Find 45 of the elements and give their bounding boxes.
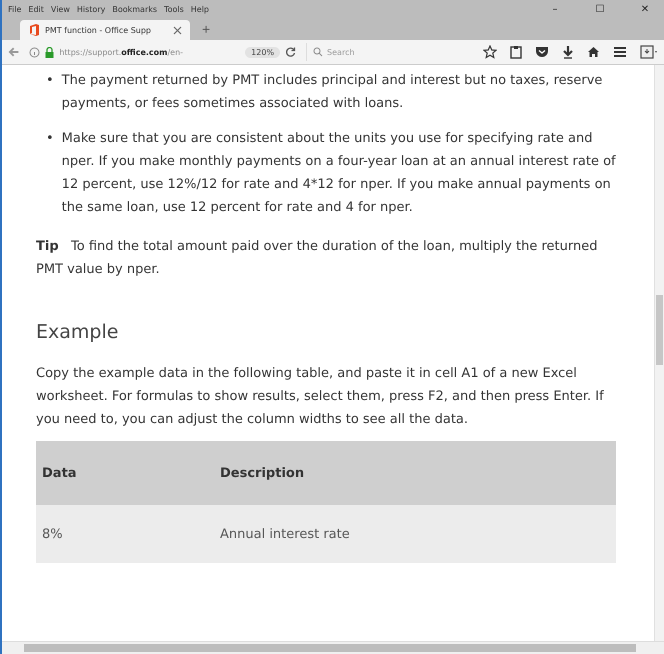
office-logo-icon (28, 24, 40, 36)
star-icon[interactable] (483, 45, 497, 59)
menu-icon[interactable] (613, 46, 627, 58)
vertical-scrollbar[interactable] (654, 65, 664, 641)
address-bar[interactable]: https://support.office.com/en- 120% (25, 43, 300, 61)
tip-paragraph: Tip To find the total amount paid over the duration of the loan, multiply the returned PMT value by nper. (36, 238, 598, 279)
window-control[interactable]: – (536, 4, 574, 14)
menu-item[interactable]: File (8, 4, 22, 14)
table-cell-text: Annual interest rate (220, 526, 350, 544)
column-header: Data (41, 464, 78, 482)
sidebar-icon[interactable] (640, 45, 658, 59)
tab-title: PMT function - Office Supp (45, 26, 152, 34)
url-text: https://support.office.com/en- (59, 48, 184, 56)
menu-item[interactable]: Edit (28, 4, 44, 14)
section-heading: Example (36, 321, 120, 344)
horizontal-scrollbar[interactable] (2, 641, 664, 654)
reload-icon[interactable] (285, 46, 296, 58)
scrollbar-thumb[interactable] (656, 295, 663, 365)
browser-tab[interactable]: PMT function - Office Supp (20, 20, 190, 40)
new-tab-button[interactable]: + (198, 21, 214, 37)
window-control[interactable]: ✕ (626, 4, 664, 14)
close-icon[interactable] (173, 26, 182, 34)
menu-item[interactable]: View (50, 4, 70, 14)
intro-paragraph: Copy the example data in the following table, and paste it in cell A1 of a new Excel worksheet. For formulas to show results, select them, press F2, and then press Enter. If you need to, you can adjust the column widths to see all the data. (36, 365, 605, 429)
back-arrow-icon[interactable] (8, 46, 20, 58)
download-icon[interactable] (562, 45, 574, 59)
bullet-marker: • (46, 130, 54, 148)
scrollbar-thumb[interactable] (24, 644, 636, 652)
bullet-marker: • (46, 72, 54, 90)
info-icon (29, 46, 40, 58)
bullet-paragraph: The payment returned by PMT includes principal and interest but no taxes, reserve payments, or fees sometimes associated with loans. (62, 72, 604, 113)
menu-item[interactable]: Tools (164, 4, 184, 14)
table-cell-text: 8% (41, 526, 64, 544)
window-control[interactable]: ☐ (581, 4, 619, 14)
bullet-paragraph: Make sure that you are consistent about the units you use for specifying rate and nper. If you make monthly payments on a four-year loan at an annual interest rate of 12 percent, use 12%/12 for rate and 4*12 for nper. If you make annual payments on the same loan, use 12 percent for rate and 4 for nper. (62, 130, 617, 217)
clipboard-icon[interactable] (510, 45, 522, 59)
menu-item[interactable]: History (76, 4, 106, 14)
column-header: Description (220, 464, 304, 482)
home-icon[interactable] (587, 46, 600, 58)
zoom-badge[interactable]: 120% (245, 46, 280, 58)
menu-item[interactable]: Help (190, 4, 210, 14)
menu-item[interactable]: Bookmarks (112, 4, 158, 14)
search-icon (313, 47, 324, 57)
pocket-icon[interactable] (535, 46, 549, 58)
lock-icon (45, 46, 54, 58)
